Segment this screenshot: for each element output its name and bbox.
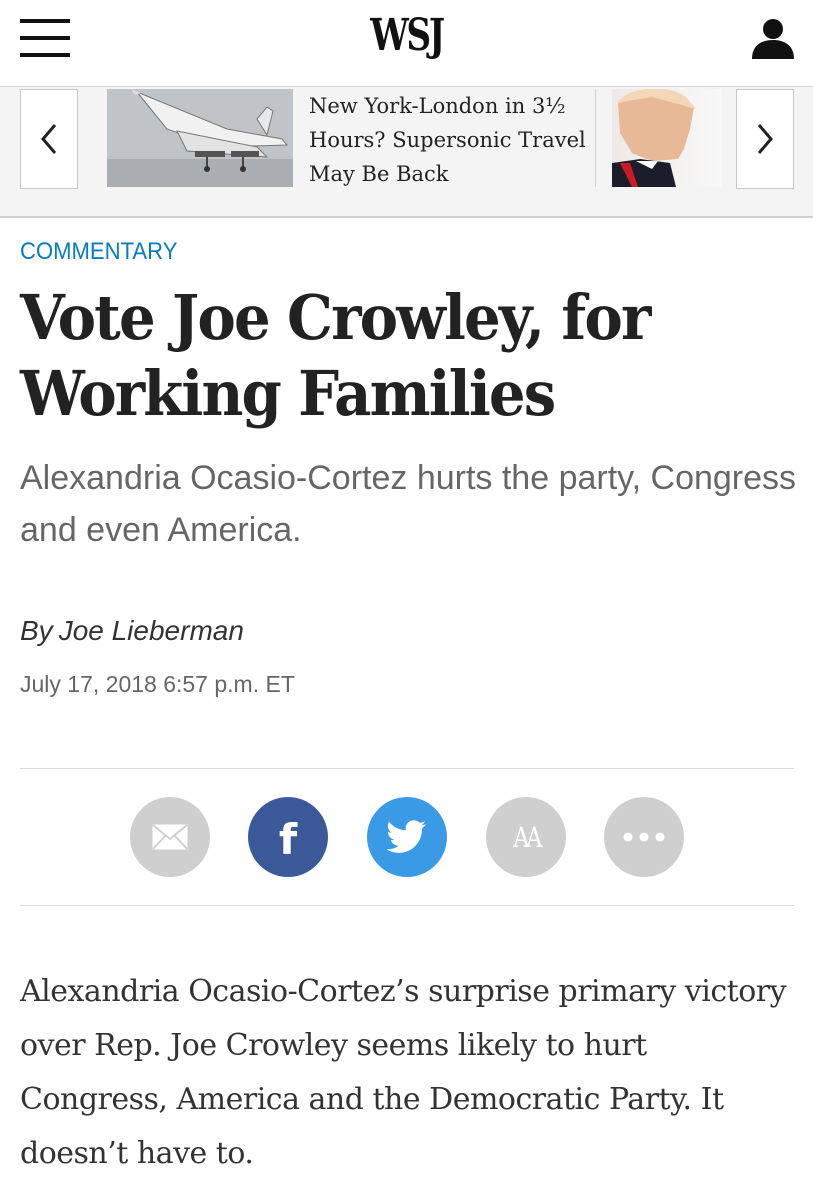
- article-body-paragraph: Alexandria Ocasio-Cortez’s surprise prim…: [20, 974, 787, 1171]
- concorde-plane-image: [107, 89, 293, 187]
- envelope-icon: [151, 823, 189, 851]
- share-email-button[interactable]: [130, 797, 210, 877]
- carousel-next-button[interactable]: [736, 89, 794, 189]
- publish-timestamp: July 17, 2018 6:57 p.m. ET: [20, 671, 295, 697]
- top-header: WSJ: [0, 0, 813, 87]
- carousel-divider: [595, 89, 596, 187]
- carousel-headline[interactable]: New York-London in 3½ Hours? Supersonic …: [309, 89, 589, 191]
- author-link[interactable]: Joe Lieberman: [59, 615, 244, 646]
- share-facebook-button[interactable]: f: [248, 797, 328, 877]
- hamburger-menu-icon[interactable]: [20, 17, 70, 59]
- facebook-icon: f: [278, 815, 298, 864]
- twitter-bird-icon: [387, 820, 426, 853]
- more-options-button[interactable]: [604, 797, 684, 877]
- next-article-thumbnail[interactable]: [612, 89, 722, 187]
- text-size-button[interactable]: AA: [486, 797, 566, 877]
- carousel-prev-button[interactable]: [20, 89, 78, 189]
- ellipsis-icon: [623, 832, 665, 842]
- concorde-thumbnail[interactable]: [107, 89, 293, 187]
- share-divider-top: [20, 768, 794, 769]
- share-divider-bottom: [20, 905, 794, 906]
- byline-prefix: By: [20, 615, 53, 646]
- person-photo-image: [612, 89, 696, 187]
- share-twitter-button[interactable]: [367, 797, 447, 877]
- wsj-logo[interactable]: WSJ: [89, 10, 723, 61]
- chevron-right-icon: [757, 124, 773, 154]
- byline: By Joe Lieberman: [20, 615, 244, 647]
- related-articles-carousel: New York-London in 3½ Hours? Supersonic …: [0, 87, 813, 218]
- user-icon[interactable]: [750, 17, 796, 59]
- text-size-icon: AA: [513, 820, 542, 854]
- article-title: Vote Joe Crowley, for Working Families: [20, 281, 651, 430]
- chevron-left-icon: [41, 124, 57, 154]
- section-label[interactable]: COMMENTARY: [20, 238, 177, 266]
- article-subtitle: Alexandria Ocasio-Cortez hurts the party…: [20, 459, 797, 549]
